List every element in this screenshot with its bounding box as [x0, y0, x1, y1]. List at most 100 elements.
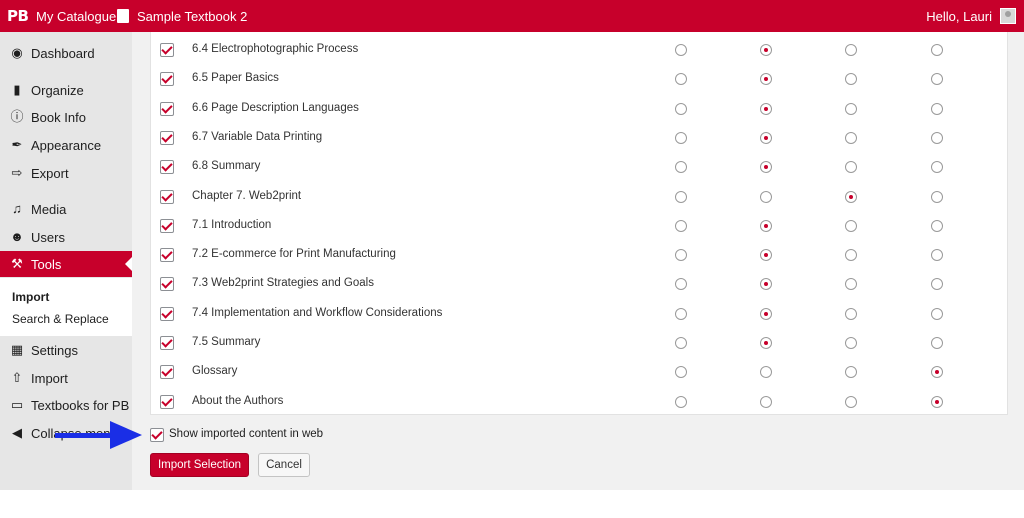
sidebar-item-textbooks-for-pb[interactable]: ▭ Textbooks for PB — [0, 392, 132, 418]
row-radio-option-1[interactable] — [675, 307, 687, 320]
info-icon: ⓘ — [10, 109, 24, 124]
row-radio-option-1[interactable] — [675, 102, 687, 115]
row-checkbox[interactable] — [160, 336, 174, 350]
row-radio-option-1[interactable] — [675, 337, 687, 349]
row-checkbox[interactable] — [160, 365, 174, 380]
annotation-arrow-head — [110, 421, 142, 449]
row-radio-option-4[interactable] — [931, 366, 943, 379]
sidebar-item-tools[interactable]: ⚒ Tools — [0, 251, 132, 277]
row-radio-option-4[interactable] — [931, 44, 943, 56]
row-radio-option-2[interactable] — [760, 366, 772, 379]
row-radio-option-2[interactable] — [760, 73, 772, 86]
row-checkbox[interactable] — [160, 306, 174, 321]
sidebar-item-import[interactable]: ⇧ Import — [0, 365, 132, 391]
sidebar-item-book-info[interactable]: ⓘ Book Info — [0, 104, 132, 130]
row-radio-option-2[interactable] — [760, 337, 772, 349]
row-radio-option-3[interactable] — [845, 337, 857, 349]
row-radio-option-4[interactable] — [931, 73, 943, 86]
row-checkbox[interactable] — [160, 160, 174, 175]
row-checkbox[interactable] — [160, 248, 174, 263]
sidebar-item-settings[interactable]: ▦ Settings — [0, 337, 132, 363]
import-icon: ⇧ — [11, 370, 23, 385]
row-radio-option-4[interactable] — [931, 161, 943, 174]
row-radio-option-1[interactable] — [675, 366, 687, 379]
submenu-import[interactable]: Import — [12, 290, 49, 304]
row-radio-option-2[interactable] — [760, 307, 772, 320]
avatar[interactable] — [1000, 8, 1016, 24]
sidebar-item-appearance[interactable]: ✒ Appearance — [0, 132, 132, 158]
table-row: 7.3 Web2print Strategies and Goals — [151, 268, 1007, 297]
row-radio-option-2[interactable] — [760, 278, 772, 291]
sidebar-item-label: Appearance — [31, 138, 102, 153]
row-radio-option-1[interactable] — [675, 44, 687, 56]
submenu-search-replace[interactable]: Search & Replace — [12, 312, 109, 326]
row-radio-option-1[interactable] — [675, 395, 687, 408]
row-radio-option-2[interactable] — [760, 131, 772, 144]
row-radio-option-4[interactable] — [931, 219, 943, 232]
pressbooks-logo[interactable]: PB — [7, 7, 29, 25]
row-checkbox[interactable] — [160, 277, 174, 292]
table-row: 7.4 Implementation and Workflow Consider… — [151, 298, 1007, 327]
row-checkbox[interactable] — [160, 394, 174, 409]
show-in-web-checkbox[interactable] — [150, 428, 164, 442]
my-catalogue-link[interactable]: My Catalogue — [36, 9, 116, 24]
sidebar-item-dashboard[interactable]: ◉ Dashboard — [0, 40, 132, 66]
row-radio-option-3[interactable] — [845, 102, 857, 115]
row-radio-option-1[interactable] — [675, 161, 687, 174]
row-checkbox[interactable] — [160, 218, 174, 233]
row-radio-option-2[interactable] — [760, 102, 772, 115]
export-icon: ⇨ — [11, 165, 23, 180]
row-radio-option-1[interactable] — [675, 131, 687, 144]
book-title-link[interactable]: Sample Textbook 2 — [137, 9, 247, 24]
sidebar-item-users[interactable]: ☻ Users — [0, 224, 132, 250]
row-radio-option-4[interactable] — [931, 249, 943, 262]
table-row: Chapter 7. Web2print — [151, 181, 1007, 210]
import-selection-button[interactable]: Import Selection — [150, 453, 249, 477]
row-radio-option-1[interactable] — [675, 249, 687, 262]
row-title: 6.4 Electrophotographic Process — [192, 43, 359, 55]
row-title: About the Authors — [192, 394, 284, 407]
row-radio-option-2[interactable] — [760, 190, 772, 203]
row-radio-option-3[interactable] — [845, 395, 857, 408]
row-radio-option-1[interactable] — [675, 190, 687, 203]
row-checkbox[interactable] — [160, 72, 174, 87]
admin-bar: PB My Catalogue Sample Textbook 2 Hello,… — [0, 0, 1024, 32]
row-radio-option-2[interactable] — [760, 44, 772, 56]
row-radio-option-3[interactable] — [845, 73, 857, 86]
sidebar-item-media[interactable]: ♫ Media — [0, 196, 132, 222]
row-radio-option-2[interactable] — [760, 219, 772, 232]
row-radio-option-4[interactable] — [931, 102, 943, 115]
row-radio-option-2[interactable] — [760, 395, 772, 408]
row-radio-option-4[interactable] — [931, 307, 943, 320]
row-radio-option-3[interactable] — [845, 44, 857, 56]
row-radio-option-3[interactable] — [845, 249, 857, 262]
row-radio-option-1[interactable] — [675, 278, 687, 291]
sidebar-item-organize[interactable]: ▮ Organize — [0, 77, 132, 103]
row-radio-option-3[interactable] — [845, 219, 857, 232]
media-icon: ♫ — [12, 201, 22, 216]
sidebar-item-export[interactable]: ⇨ Export — [0, 160, 132, 186]
row-radio-option-3[interactable] — [845, 161, 857, 174]
row-radio-option-3[interactable] — [845, 131, 857, 144]
row-checkbox[interactable] — [160, 130, 174, 145]
row-radio-option-3[interactable] — [845, 307, 857, 320]
row-title: Chapter 7. Web2print — [192, 189, 302, 202]
row-radio-option-2[interactable] — [760, 161, 772, 174]
row-radio-option-4[interactable] — [931, 278, 943, 291]
row-checkbox[interactable] — [160, 101, 174, 116]
row-radio-option-4[interactable] — [931, 395, 943, 408]
row-radio-option-4[interactable] — [931, 190, 943, 203]
row-radio-option-2[interactable] — [760, 249, 772, 262]
row-checkbox[interactable] — [160, 43, 174, 57]
cancel-button[interactable]: Cancel — [258, 453, 310, 477]
row-radio-option-1[interactable] — [675, 219, 687, 232]
row-radio-option-3[interactable] — [845, 190, 857, 203]
row-radio-option-4[interactable] — [931, 337, 943, 349]
row-title: 6.7 Variable Data Printing — [192, 130, 323, 143]
row-radio-option-3[interactable] — [845, 278, 857, 291]
row-checkbox[interactable] — [160, 189, 174, 204]
user-greeting[interactable]: Hello, Lauri — [926, 9, 992, 24]
row-radio-option-4[interactable] — [931, 131, 943, 144]
row-radio-option-1[interactable] — [675, 73, 687, 86]
row-radio-option-3[interactable] — [845, 366, 857, 379]
